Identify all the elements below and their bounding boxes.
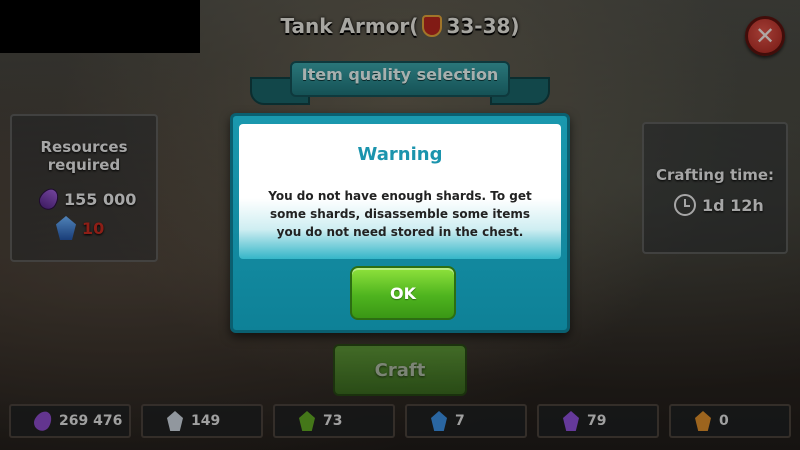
warning-message: You do not have enough shards. To get so… [268, 189, 532, 239]
redacted-area [0, 0, 200, 53]
warning-title: Warning [357, 144, 443, 165]
warning-dialog: Warning You do not have enough shards. T… [230, 113, 570, 333]
ok-button[interactable]: OK [350, 266, 456, 320]
warning-dialog-body: Warning You do not have enough shards. T… [239, 124, 561, 259]
